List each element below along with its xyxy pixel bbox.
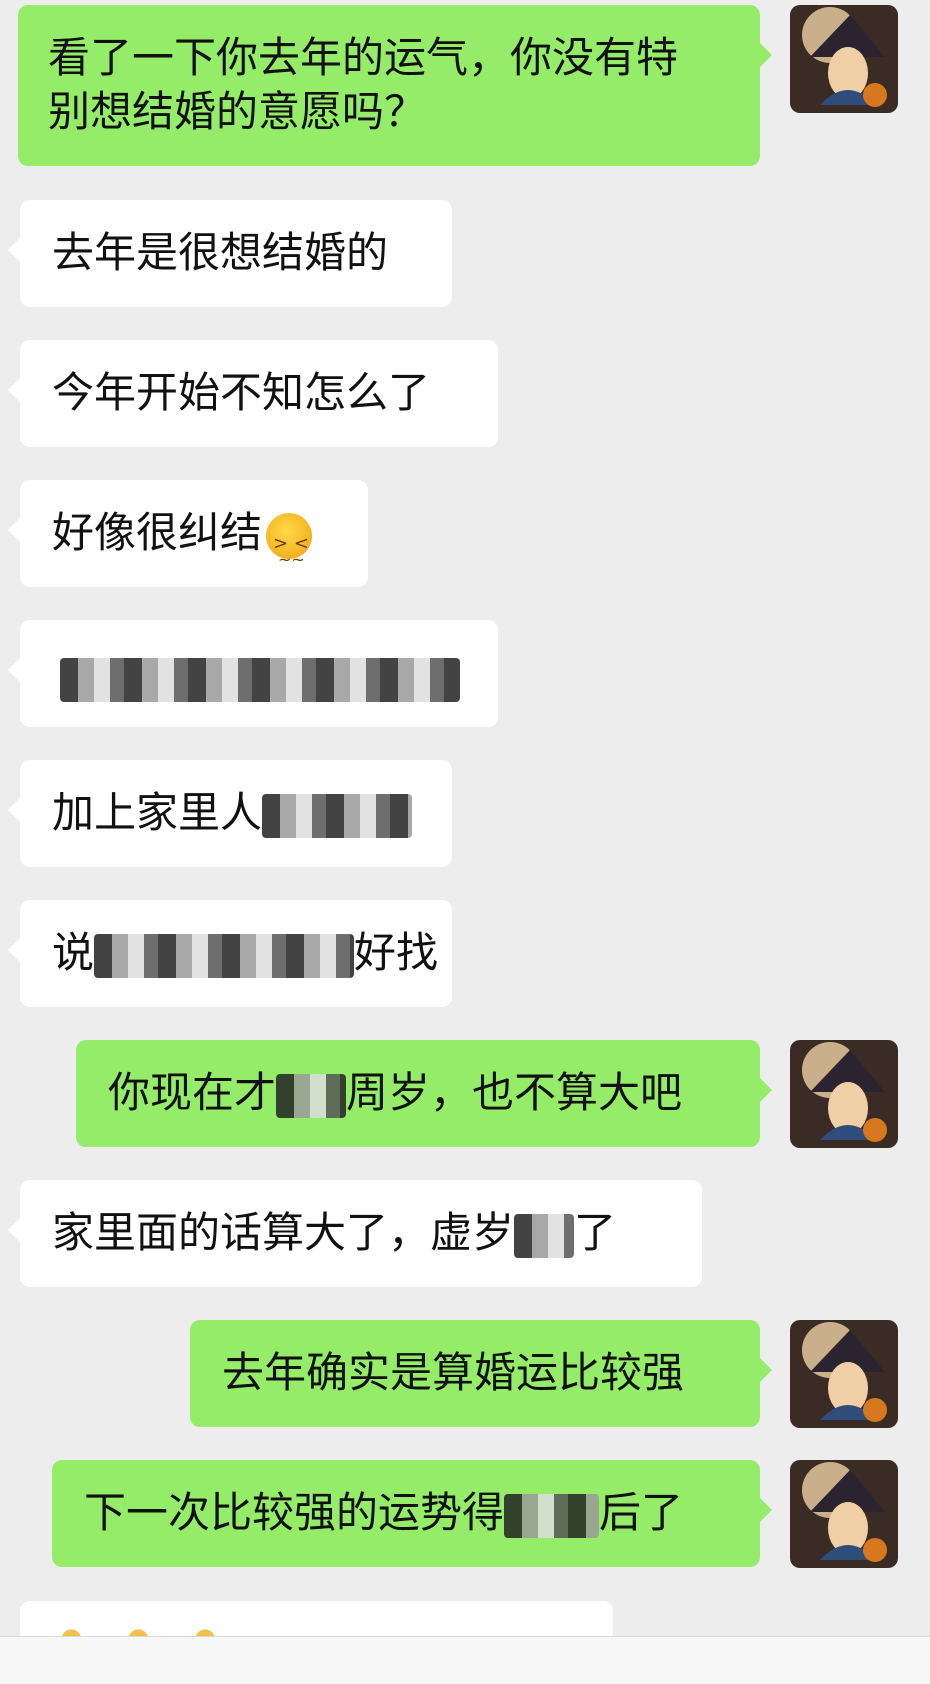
redacted-text (514, 1213, 575, 1258)
message-text: 加上家里人 (52, 788, 263, 837)
input-bar[interactable] (0, 1636, 930, 1684)
message-text: 周岁，也不算大吧 (346, 1068, 683, 1117)
message-text: 说 (52, 928, 95, 977)
user-avatar[interactable] (790, 5, 898, 113)
message-text: 好像很纠结 (52, 508, 263, 557)
message-bubble-incoming[interactable]: 今年开始不知怎么了 (8, 340, 498, 447)
user-avatar[interactable] (790, 1040, 898, 1148)
message-text: 去年是很想结婚的 (52, 228, 389, 277)
message-bubble-incoming[interactable]: 去年是很想结婚的 (8, 200, 452, 307)
message-bubble-outgoing[interactable]: 去年确实是算婚运比较强 (190, 1320, 772, 1427)
user-avatar[interactable] (790, 1460, 898, 1568)
message-bubble-outgoing[interactable]: 下一次比较强的运势得 后了 (52, 1460, 772, 1567)
message-text: 后了 (599, 1488, 684, 1537)
message-bubble-incoming[interactable] (8, 620, 498, 727)
redacted-text (262, 793, 413, 838)
confounded-face-emoji (266, 512, 313, 587)
message-text-line: 看了一下你去年的运气，你没有特 (48, 33, 679, 82)
message-bubble-incoming[interactable]: 加上家里人 (8, 760, 452, 867)
user-avatar[interactable] (790, 1320, 898, 1428)
message-text: 好找 (354, 928, 439, 977)
message-text: 去年确实是算婚运比较强 (222, 1348, 685, 1397)
message-text: 了 (574, 1208, 617, 1257)
message-bubble-incoming[interactable]: 说 好找 (8, 900, 452, 1007)
message-text: 你现在才 (108, 1068, 277, 1117)
redacted-text (94, 933, 355, 978)
redacted-text (60, 657, 460, 702)
redacted-text (504, 1493, 600, 1538)
redacted-text (276, 1073, 347, 1118)
message-bubble-incoming[interactable]: 家里面的话算大了，虚岁 了 (8, 1180, 702, 1287)
message-text: 家里面的话算大了，虚岁 (52, 1208, 515, 1257)
message-bubble-incoming[interactable]: 好像很纠结 (8, 480, 368, 587)
message-text-line: 别想结婚的意愿吗？ (48, 87, 427, 136)
message-bubble-outgoing[interactable]: 你现在才 周岁，也不算大吧 (76, 1040, 772, 1147)
message-bubble-outgoing[interactable]: 看了一下你去年的运气，你没有特 别想结婚的意愿吗？ (18, 5, 772, 166)
message-text: 今年开始不知怎么了 (52, 368, 431, 417)
message-text: 下一次比较强的运势得 (84, 1488, 505, 1537)
